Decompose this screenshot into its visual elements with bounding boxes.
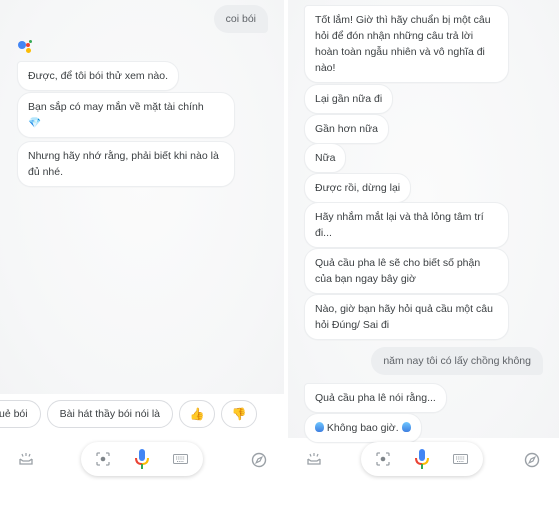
suggestion-chips: uẻ bói Bài hát thầy bói nói là 👍 👎: [0, 400, 258, 428]
lens-icon[interactable]: [96, 452, 110, 466]
assistant-message: Hãy nhắm mắt lại và thả lỏng tâm trí đi.…: [304, 202, 509, 248]
crystal-ball-icon: [401, 422, 411, 432]
input-pill: [81, 442, 203, 476]
thumbs-down-button[interactable]: 👎: [221, 400, 258, 428]
assistant-message: Được rồi, dừng lại: [304, 173, 412, 203]
suggestion-chip[interactable]: Bài hát thầy bói nói là: [46, 400, 174, 428]
left-screen: coi bói Được, để tôi bói thử xem nào. Bạ…: [0, 0, 284, 506]
thumbs-down-icon: 👎: [231, 407, 247, 421]
user-message: năm nay tôi có lấy chồng không: [371, 347, 543, 375]
suggestion-chip[interactable]: uẻ bói: [0, 400, 41, 428]
right-screen: Tốt lắm! Giờ thì hãy chuẩn bị một câu hỏ…: [288, 0, 559, 506]
assistant-message: Bạn sắp có may mắn về mặt tài chính 💎: [17, 92, 235, 138]
assistant-message: Nữa: [304, 143, 347, 173]
bottom-bar: [288, 441, 559, 481]
lens-icon[interactable]: [376, 452, 390, 466]
assistant-message: Nào, giờ bạn hãy hỏi quả cầu một câu hỏi…: [304, 294, 509, 340]
snapshot-icon[interactable]: [306, 451, 322, 467]
gem-icon: 💎: [28, 117, 42, 129]
assistant-message: Quả cầu pha lê sẽ cho biết số phận của b…: [304, 248, 509, 294]
assistant-message: Lại gần nữa đi: [304, 84, 394, 114]
bottom-bar: [0, 441, 284, 481]
compass-icon[interactable]: [524, 452, 540, 468]
mic-icon[interactable]: [414, 448, 430, 470]
assistant-message: Nhưng hãy nhớ rằng, phải biết khi nào là…: [17, 141, 235, 187]
crystal-ball-icon: [315, 422, 324, 432]
chat-area: coi bói Được, để tôi bói thử xem nào. Bạ…: [0, 0, 284, 394]
assistant-message: Tốt lắm! Giờ thì hãy chuẩn bị một câu hỏ…: [304, 5, 509, 83]
keyboard-icon[interactable]: [453, 454, 468, 464]
thumbs-up-icon: 👍: [189, 407, 205, 421]
user-message: coi bói: [213, 5, 268, 33]
assistant-message: Không bao giờ.: [304, 413, 422, 443]
keyboard-icon[interactable]: [173, 454, 188, 464]
compass-icon[interactable]: [251, 452, 267, 468]
assistant-message: Được, để tôi bói thử xem nào.: [17, 61, 180, 91]
mic-icon[interactable]: [134, 448, 150, 470]
assistant-message: Gần hơn nữa: [304, 114, 389, 144]
input-pill: [361, 442, 483, 476]
snapshot-icon[interactable]: [18, 451, 34, 467]
assistant-message: Quả cầu pha lê nói rằng...: [304, 383, 447, 413]
thumbs-up-button[interactable]: 👍: [179, 400, 216, 428]
assistant-logo-icon: [18, 40, 34, 54]
chat-area: Tốt lắm! Giờ thì hãy chuẩn bị một câu hỏ…: [288, 0, 559, 443]
